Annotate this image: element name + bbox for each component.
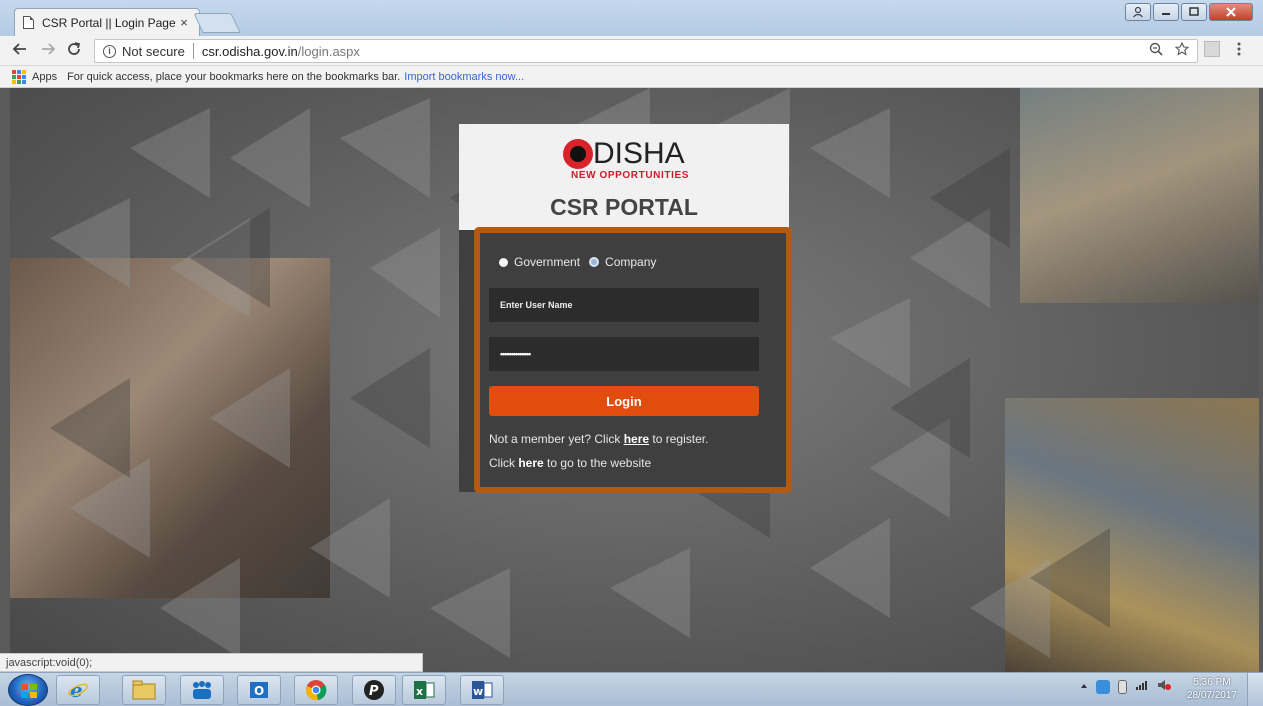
bookmarks-hint: For quick access, place your bookmarks h… (67, 70, 401, 83)
import-bookmarks-link[interactable]: Import bookmarks now... (404, 71, 524, 83)
highlight-box (474, 227, 792, 493)
bookmarks-bar: Apps For quick access, place your bookma… (0, 66, 1263, 88)
page-icon (23, 16, 34, 29)
new-tab-button[interactable] (193, 13, 241, 33)
menu-dots-icon[interactable] (1236, 41, 1242, 60)
apps-shortcut[interactable]: Apps (32, 71, 57, 83)
windows-taskbar: e O P x w 5:36 PM 28/07/2017 (0, 672, 1263, 706)
windows-logo-icon (21, 684, 37, 698)
extension-icon[interactable] (1204, 41, 1220, 57)
tab-close-icon[interactable]: × (177, 15, 191, 30)
people-app-icon[interactable] (180, 675, 224, 705)
tab-title: CSR Portal || Login Page (42, 15, 176, 30)
svg-text:P: P (369, 684, 379, 699)
odisha-logo-mark (563, 139, 593, 169)
pinned-app-icon[interactable]: P (352, 675, 396, 705)
signal-icon[interactable] (1135, 679, 1149, 694)
internet-explorer-icon[interactable]: e (56, 675, 100, 705)
battery-icon[interactable] (1118, 679, 1127, 694)
clock-time: 5:36 PM (1193, 677, 1231, 688)
window-controls (1125, 3, 1253, 21)
clock-date: 28/07/2017 (1186, 690, 1237, 701)
bookmark-star-icon[interactable] (1174, 41, 1190, 59)
browser-toolbar: i Not secure csr.odisha.gov.in /login.as… (0, 36, 1263, 66)
browser-tab[interactable]: CSR Portal || Login Page × (14, 8, 200, 36)
chrome-icon[interactable] (294, 675, 338, 705)
file-explorer-icon[interactable] (122, 675, 166, 705)
status-bar: javascript:void(0); (0, 653, 423, 672)
odisha-logo: DISHA NEW OPPORTUNITIES (563, 136, 693, 182)
info-icon[interactable]: i (103, 44, 116, 58)
login-card-header: DISHA NEW OPPORTUNITIES CSR PORTAL (459, 124, 789, 230)
excel-icon[interactable]: x (402, 675, 446, 705)
minimize-button[interactable] (1153, 3, 1179, 21)
portal-title: CSR PORTAL (550, 194, 698, 220)
url-path: /login.aspx (297, 43, 360, 59)
system-clock[interactable]: 5:36 PM 28/07/2017 (1187, 676, 1237, 702)
odisha-logo-word: DISHA (593, 137, 685, 170)
tray-expand-icon[interactable] (1080, 681, 1088, 693)
word-icon[interactable]: w (460, 675, 504, 705)
zoom-icon[interactable] (1149, 42, 1163, 59)
omnibox-actions (1149, 41, 1190, 59)
reload-icon[interactable] (64, 41, 84, 61)
outlook-icon[interactable]: O (237, 675, 281, 705)
maximize-button[interactable] (1181, 3, 1207, 21)
start-button[interactable] (8, 674, 48, 706)
volume-muted-icon[interactable] (1157, 679, 1171, 694)
svg-text:w: w (473, 685, 483, 698)
system-tray (1080, 679, 1171, 694)
security-label: Not secure (122, 43, 185, 59)
back-arrow-icon[interactable] (10, 41, 30, 61)
user-profile-icon[interactable] (1125, 3, 1151, 21)
browser-titlebar: CSR Portal || Login Page × (0, 0, 1263, 36)
apps-grid-icon[interactable] (12, 69, 26, 84)
close-window-button[interactable] (1209, 3, 1253, 21)
odisha-logo-tagline: NEW OPPORTUNITIES (571, 170, 689, 181)
svg-text:O: O (254, 684, 264, 698)
show-desktop-button[interactable] (1247, 673, 1263, 706)
svg-text:x: x (416, 685, 423, 698)
forward-arrow-icon[interactable] (38, 41, 58, 61)
address-bar[interactable]: i Not secure csr.odisha.gov.in /login.as… (94, 39, 1198, 63)
network-center-icon[interactable] (1096, 679, 1110, 694)
url-host: csr.odisha.gov.in (201, 43, 298, 59)
url-divider (192, 43, 194, 59)
